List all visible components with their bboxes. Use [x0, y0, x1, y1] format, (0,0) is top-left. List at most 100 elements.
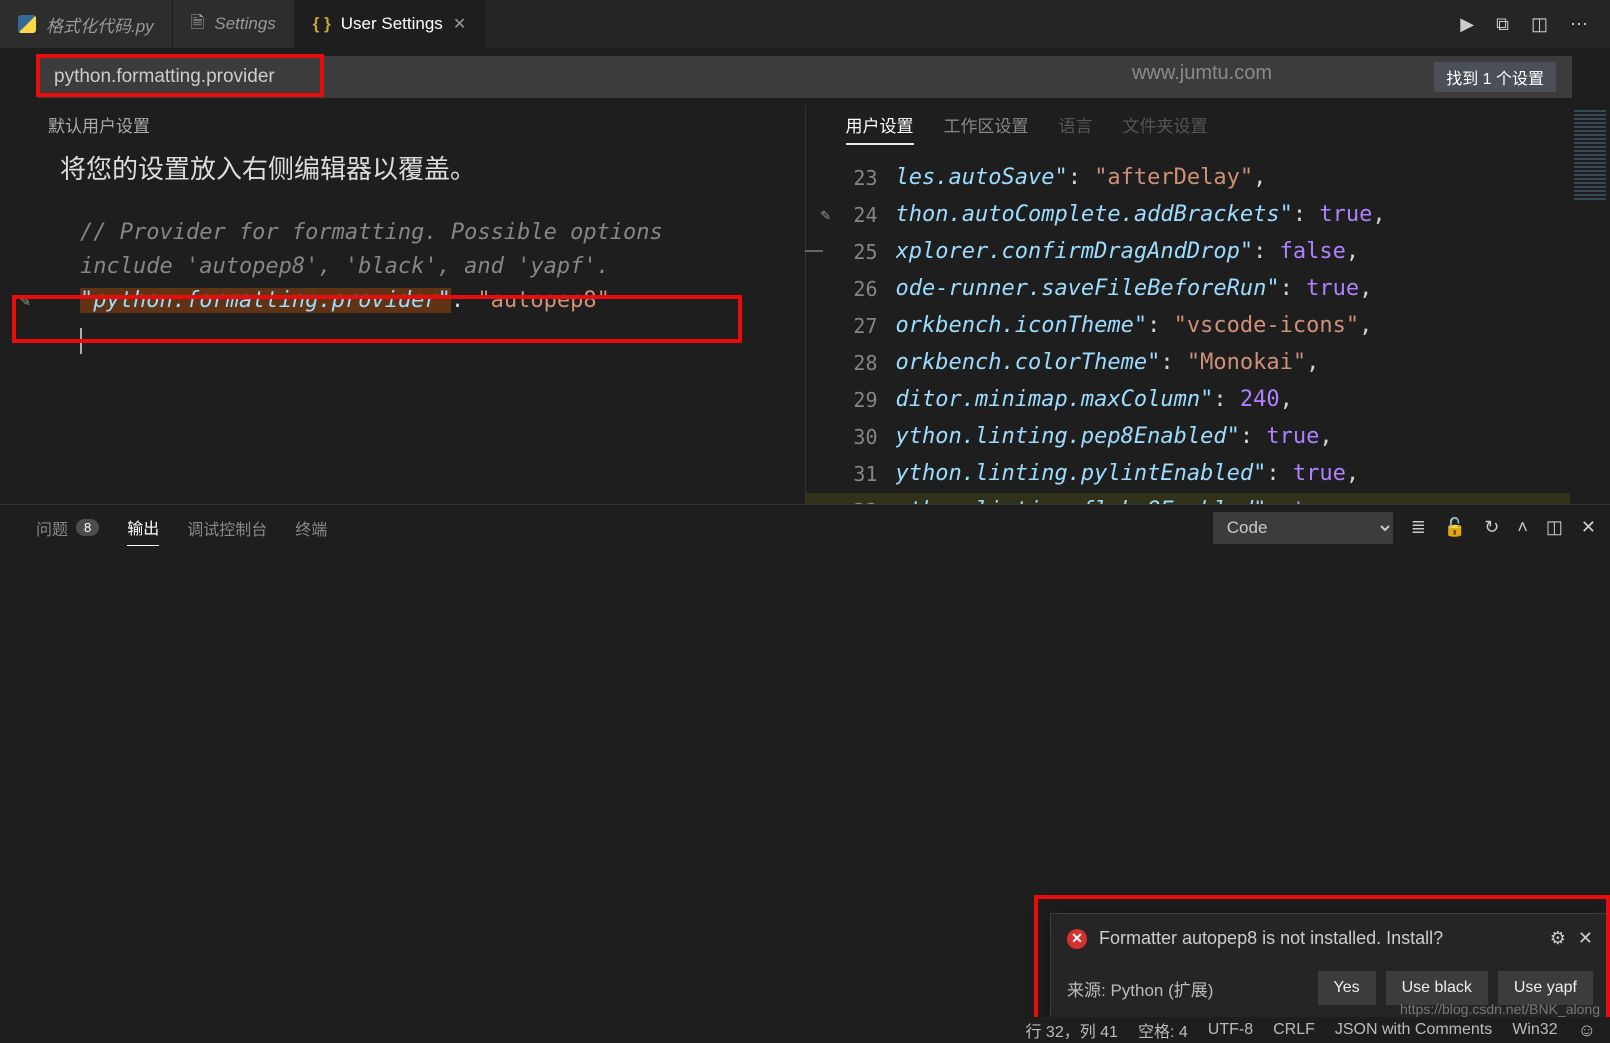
layout-icon[interactable]: ◫	[1531, 14, 1548, 35]
tab-settings[interactable]: 🗎 Settings	[173, 0, 295, 48]
default-settings-hint: 将您的设置放入右侧编辑器以覆盖。	[0, 141, 805, 198]
json-braces-icon: { }	[313, 14, 331, 34]
notification-source: 来源: Python (扩展)	[1067, 976, 1213, 1001]
settings-scope-tabs: 用户设置 工作区设置 语言 文件夹设置	[806, 106, 1610, 154]
code-line: 31ython.linting.pylintEnabled": true,	[806, 456, 1610, 493]
subtab-folder[interactable]: 文件夹设置	[1123, 112, 1208, 145]
line-number: 26	[846, 273, 896, 306]
status-language-mode[interactable]: JSON with Comments	[1335, 1021, 1492, 1039]
user-settings-pane: 用户设置 工作区设置 语言 文件夹设置 23les.autoSave": "af…	[806, 106, 1610, 504]
text-caret	[80, 328, 82, 354]
line-number: 28	[846, 347, 896, 380]
status-indentation[interactable]: 空格: 4	[1138, 1018, 1188, 1042]
tab-label: 格式化代码.py	[46, 12, 154, 37]
code-content: xplorer.confirmDragAndDrop": false,	[896, 234, 1360, 270]
output-channel-select[interactable]: Code	[1213, 512, 1393, 544]
user-settings-code[interactable]: 23les.autoSave": "afterDelay",✎24thon.au…	[806, 154, 1610, 504]
lock-scroll-icon[interactable]: 🔓	[1444, 517, 1466, 538]
panel-tab-problems[interactable]: 问题 8	[36, 510, 99, 546]
code-content: ditor.minimap.maxColumn": 240,	[896, 382, 1293, 418]
collapse-icon[interactable]: ˄	[1517, 517, 1528, 538]
code-content: ode-runner.saveFileBeforeRun": true,	[896, 271, 1373, 307]
status-os[interactable]: Win32	[1512, 1021, 1557, 1039]
close-icon[interactable]: ✕	[1578, 928, 1593, 949]
line-number: 25	[846, 236, 896, 269]
panel-tabs: 问题 8 输出 调试控制台 终端 Code ≣ 🔓 ↻ ˄ ◫ ✕	[0, 505, 1610, 546]
panel-tab-label: 问题	[36, 516, 68, 540]
setting-key: "python.formatting.provider"	[80, 288, 451, 313]
code-line: 27orkbench.iconTheme": "vscode-icons",	[806, 308, 1610, 345]
feedback-icon[interactable]: ☺	[1578, 1020, 1596, 1041]
status-eol[interactable]: CRLF	[1273, 1021, 1315, 1039]
clear-output-icon[interactable]: ≣	[1411, 517, 1426, 538]
default-settings-pane: 默认用户设置 将您的设置放入右侧编辑器以覆盖。 // Provider for …	[0, 106, 806, 504]
tab-label: Settings	[214, 14, 275, 34]
editor-tab-bar: 格式化代码.py 🗎 Settings { } User Settings ✕ …	[0, 0, 1610, 48]
code-content: ython.linting.pylintEnabled": true,	[896, 456, 1360, 492]
notif-button-yes[interactable]: Yes	[1318, 971, 1376, 1005]
code-line: 28orkbench.colorTheme": "Monokai",	[806, 345, 1610, 382]
panel-tab-output[interactable]: 输出	[127, 509, 159, 546]
subtab-user[interactable]: 用户设置	[846, 112, 914, 145]
edit-pencil-icon[interactable]: ✎	[20, 288, 30, 314]
line-number: 29	[846, 384, 896, 417]
line-number: 30	[846, 421, 896, 454]
settings-split-editor: 默认用户设置 将您的设置放入右侧编辑器以覆盖。 // Provider for …	[0, 106, 1610, 504]
search-result-count: 找到 1 个设置	[1434, 62, 1556, 92]
split-diff-icon[interactable]: ⧉	[1496, 14, 1509, 35]
notif-button-use-yapf[interactable]: Use yapf	[1498, 971, 1593, 1005]
editor-sash[interactable]	[805, 250, 823, 252]
file-icon: 🗎	[191, 10, 205, 39]
panel-tab-debug[interactable]: 调试控制台	[187, 510, 267, 546]
error-icon: ✕	[1067, 929, 1087, 949]
code-line: 29ditor.minimap.maxColumn": 240,	[806, 382, 1610, 419]
code-line: 32ython.linting.flake8Enabled": true	[806, 493, 1610, 504]
notification-message: Formatter autopep8 is not installed. Ins…	[1099, 928, 1443, 949]
code-line: ✎24thon.autoComplete.addBrackets": true,	[806, 197, 1610, 234]
status-encoding[interactable]: UTF-8	[1208, 1021, 1253, 1039]
code-content: thon.autoComplete.addBrackets": true,	[896, 197, 1386, 233]
close-icon[interactable]: ✕	[453, 14, 466, 34]
subtab-language[interactable]: 语言	[1059, 112, 1093, 145]
close-panel-icon[interactable]: ✕	[1581, 517, 1596, 538]
line-number: 23	[846, 162, 896, 195]
code-content: les.autoSave": "afterDelay",	[896, 160, 1267, 196]
code-line: 25xplorer.confirmDragAndDrop": false,	[806, 234, 1610, 271]
line-number: 31	[846, 458, 896, 491]
code-line: 26ode-runner.saveFileBeforeRun": true,	[806, 271, 1610, 308]
refresh-icon[interactable]: ↻	[1484, 517, 1499, 538]
line-number: 32	[846, 495, 896, 504]
code-content: orkbench.colorTheme": "Monokai",	[896, 345, 1320, 381]
notification-toast: ✕ Formatter autopep8 is not installed. I…	[1050, 913, 1610, 1020]
setting-comment-line: include 'autopep8', 'black', and 'yapf'.	[80, 250, 805, 284]
settings-search-bar: www.jumtu.com 找到 1 个设置	[38, 56, 1572, 98]
tab-python-file[interactable]: 格式化代码.py	[0, 0, 173, 48]
maximize-panel-icon[interactable]: ◫	[1546, 517, 1563, 538]
gear-icon[interactable]	[1550, 928, 1566, 949]
run-icon[interactable]: ▶	[1460, 14, 1474, 35]
code-content: ython.linting.flake8Enabled": true	[896, 493, 1346, 504]
default-settings-code[interactable]: // Provider for formatting. Possible opt…	[0, 198, 805, 354]
notif-button-use-black[interactable]: Use black	[1386, 971, 1488, 1005]
tab-label: User Settings	[341, 14, 443, 34]
code-content: ython.linting.pep8Enabled": true,	[896, 419, 1333, 455]
more-icon[interactable]: ⋯	[1570, 14, 1588, 35]
line-number: 27	[846, 310, 896, 343]
editor-actions: ▶ ⧉ ◫ ⋯	[1448, 0, 1600, 48]
problems-count-badge: 8	[76, 519, 99, 536]
setting-entry: ✎ "python.formatting.provider": "autopep…	[80, 284, 805, 318]
line-number: 24	[846, 199, 896, 232]
status-cursor-position[interactable]: 行 32，列 41	[1025, 1018, 1118, 1042]
setting-value: "autopep8"	[477, 288, 609, 313]
python-icon	[18, 15, 36, 33]
editor-minimap[interactable]	[1570, 106, 1610, 504]
code-line: 30ython.linting.pep8Enabled": true,	[806, 419, 1610, 456]
subtab-workspace[interactable]: 工作区设置	[944, 112, 1029, 145]
tab-user-settings[interactable]: { } User Settings ✕	[295, 0, 485, 48]
settings-search-input[interactable]	[54, 66, 1434, 88]
setting-comment-line: // Provider for formatting. Possible opt…	[80, 216, 805, 250]
code-content: orkbench.iconTheme": "vscode-icons",	[896, 308, 1373, 344]
panel-tab-terminal[interactable]: 终端	[295, 510, 327, 546]
status-bar: 行 32，列 41 空格: 4 UTF-8 CRLF JSON with Com…	[0, 1017, 1610, 1043]
edit-pencil-icon[interactable]: ✎	[806, 202, 846, 228]
